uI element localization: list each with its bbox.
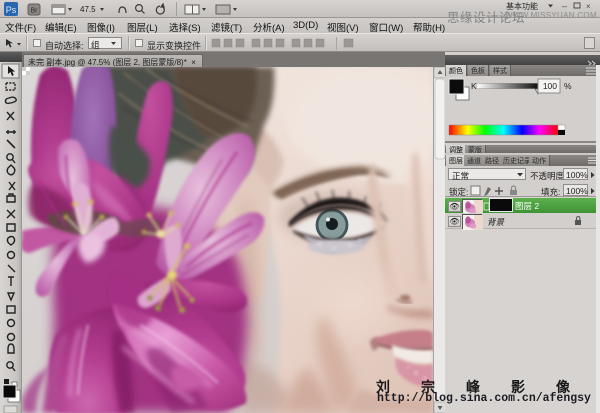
svg-text:–: – — [562, 1, 567, 11]
svg-text:Br: Br — [31, 8, 39, 15]
svg-text:Ps: Ps — [6, 5, 17, 15]
svg-text:%: % — [564, 81, 572, 91]
svg-text:47.5: 47.5 — [80, 5, 96, 14]
svg-text:100: 100 — [543, 81, 557, 91]
